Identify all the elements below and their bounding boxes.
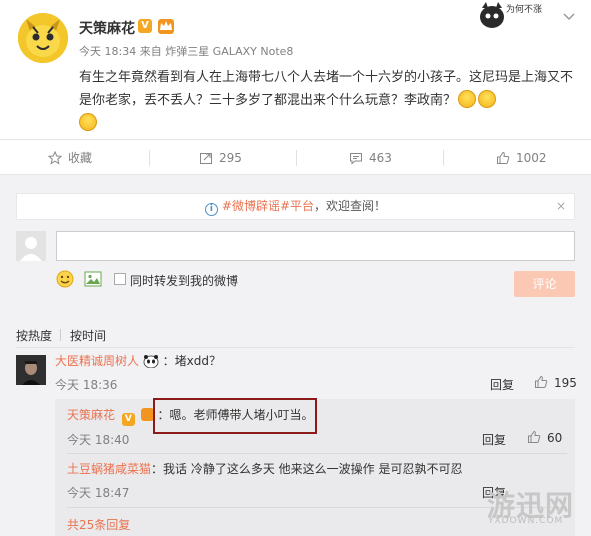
cat-watermark-image: 为何不涨 xyxy=(478,0,548,30)
notice-text: ，欢迎查阅！ xyxy=(314,199,387,213)
reply-like-count: 60 xyxy=(547,431,563,445)
comment-like-count: 195 xyxy=(554,376,577,390)
forward-label: 同时转发到我的微博 xyxy=(130,274,239,288)
comment-time: 今天 18:36 xyxy=(55,378,118,392)
thumbs-up-icon xyxy=(528,430,541,443)
reply-row: 土豆蜗猪咸菜猫：我话 冷静了这么多天 他来这么一波操作 是可忍孰不可忍 xyxy=(67,460,462,477)
forward-checkbox[interactable] xyxy=(114,273,126,285)
favorite-button[interactable]: 收藏 xyxy=(47,140,93,176)
favorite-label: 收藏 xyxy=(68,151,93,165)
divider xyxy=(60,329,61,341)
panda-emoji-icon xyxy=(143,354,159,371)
laughing-emoji-icon xyxy=(458,90,477,108)
share-count: 295 xyxy=(219,151,242,165)
divider xyxy=(296,150,297,166)
reply-time: 今天 18:47 xyxy=(67,486,130,500)
reply-time: 今天 18:40 xyxy=(67,433,130,447)
verified-badge-icon: V xyxy=(121,413,135,426)
like-count: 1002 xyxy=(516,151,547,165)
member-crown-icon xyxy=(140,408,154,421)
comment-input[interactable] xyxy=(56,231,575,261)
site-watermark-url: YXDOWN.COM xyxy=(488,516,564,526)
close-icon[interactable]: × xyxy=(556,194,566,219)
thumbs-up-icon xyxy=(497,151,510,164)
thumbs-up-icon xyxy=(535,375,548,388)
rumor-notice-bar: i #微博辟谣#平台，欢迎查阅！ × xyxy=(16,193,575,220)
reply-button[interactable]: 回复 xyxy=(482,431,506,448)
share-icon xyxy=(200,153,212,164)
reply-user[interactable]: 天策麻花 xyxy=(67,408,115,422)
commenter-avatar[interactable] xyxy=(16,355,46,385)
reply-text: ：我话 冷静了这么多天 他来这么一波操作 是可忍孰不可忍 xyxy=(151,462,463,476)
divider xyxy=(67,453,567,454)
divider xyxy=(149,150,150,166)
divider xyxy=(443,150,444,166)
comment-count: 463 xyxy=(369,151,392,165)
comment-button[interactable]: 463 xyxy=(349,140,392,176)
more-replies-link[interactable]: 共25条回复 xyxy=(67,516,130,533)
laughing-emoji-icon xyxy=(79,113,97,131)
submit-comment-button[interactable]: 评论 xyxy=(514,271,575,297)
member-crown-icon xyxy=(158,19,174,34)
star-icon xyxy=(47,150,63,165)
post-meta: 今天 18:34 来自 炸弹三星 GALAXY Note8 xyxy=(79,45,294,58)
like-button[interactable]: 1002 xyxy=(496,140,547,176)
post-body: 有生之年竟然看到有人在上海带七八个人去堵一个十六岁的小孩子。这尼玛是上海又不是你… xyxy=(79,66,579,135)
reply-user[interactable]: 土豆蜗猪咸菜猫 xyxy=(67,462,151,476)
comment-row: 大医精诚周树人 ：堵xdd？ xyxy=(55,352,221,371)
comment-like-button[interactable]: 195 xyxy=(534,375,577,390)
watermark-top-text: 为何不涨 xyxy=(506,3,542,15)
smile-icon[interactable] xyxy=(56,270,74,288)
info-icon: i xyxy=(204,203,218,216)
rumor-platform-link[interactable]: #微博辟谣#平台 xyxy=(222,199,314,213)
comment-text: ：堵xdd？ xyxy=(162,354,222,368)
current-user-avatar xyxy=(16,231,46,261)
divider xyxy=(16,347,575,348)
post-action-bar: 收藏 295 463 1002 xyxy=(0,139,591,175)
share-button[interactable]: 295 xyxy=(199,140,242,176)
sort-by-time-tab[interactable]: 按时间 xyxy=(70,327,106,344)
post-author-name[interactable]: 天策麻花 xyxy=(79,18,135,38)
laughing-emoji-icon xyxy=(478,90,497,108)
chevron-down-icon[interactable] xyxy=(562,10,576,24)
verified-badge-icon: V xyxy=(138,19,152,33)
highlight-box xyxy=(153,398,317,434)
post-text: 有生之年竟然看到有人在上海带七八个人去堵一个十六岁的小孩子。这尼玛是上海又不是你… xyxy=(79,70,574,108)
comment-user[interactable]: 大医精诚周树人 xyxy=(55,354,139,368)
reply-like-button[interactable]: 60 xyxy=(527,430,562,445)
comment-icon xyxy=(350,153,362,165)
image-icon[interactable] xyxy=(84,270,102,288)
author-avatar[interactable] xyxy=(18,13,68,63)
reply-button[interactable]: 回复 xyxy=(490,376,514,393)
sort-by-hot-tab[interactable]: 按热度 xyxy=(16,327,52,344)
